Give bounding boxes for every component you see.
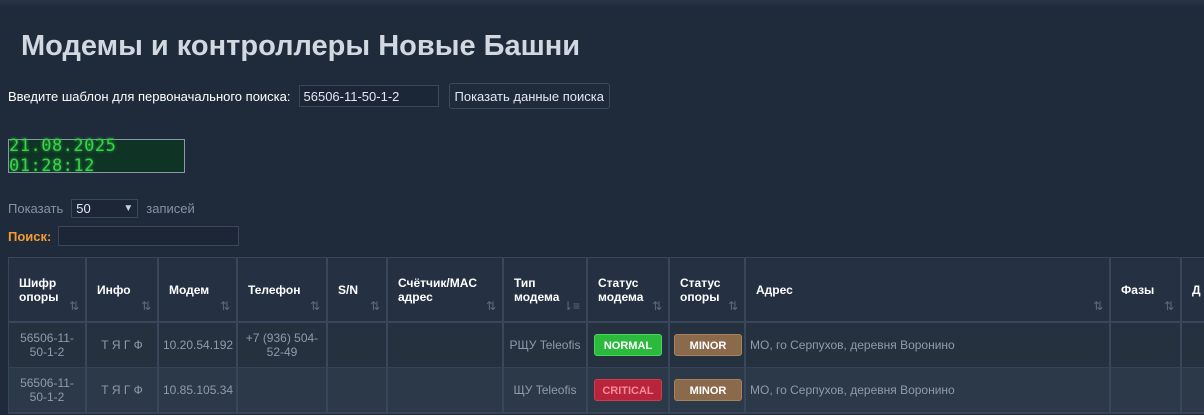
cell-sn xyxy=(328,368,388,413)
column-header-label: Адрес xyxy=(756,282,793,297)
column-header-sn[interactable]: S/N ⇅ xyxy=(328,258,388,323)
column-header-label: Шифр опоры xyxy=(19,275,59,304)
cell-modem-status: NORMAL xyxy=(588,323,670,368)
cell-meter xyxy=(388,323,504,368)
cell-address: МО, го Серпухов, деревня Воронино xyxy=(746,323,1111,368)
column-header-label: Счётчик/MAC адрес xyxy=(398,275,478,304)
sort-active-icon: ⇂≡ xyxy=(562,299,580,313)
page-title: Модемы и контроллеры Новые Башни xyxy=(21,30,581,62)
sort-icon: ⇅ xyxy=(485,299,496,313)
table-body: 56506-11-50-1-2 Т Я Г Ф 10.20.54.192 +7 (93… xyxy=(9,323,1204,413)
column-header-label: Д xyxy=(1192,282,1201,297)
table-filter-input[interactable] xyxy=(58,226,240,246)
cell-tower-status: MINOR xyxy=(670,323,746,368)
search-bar: Введите шаблон для первоначального поиск… xyxy=(8,83,610,109)
sort-icon: ⇅ xyxy=(369,299,380,313)
sort-icon: ⇅ xyxy=(1092,299,1103,313)
column-header-code[interactable]: Шифр опоры ⇅ xyxy=(9,258,87,323)
top-shade xyxy=(0,0,1204,8)
table-row[interactable]: 56506-11-50-1-2 Т Я Г Ф 10.20.54.192 +7 (93… xyxy=(9,323,1204,368)
cell-code: 56506-11-50-1-2 xyxy=(9,323,87,368)
table-row[interactable]: 56506-11-50-1-2 Т Я Г Ф 10.85.105.34 ЩУ Tel… xyxy=(9,368,1204,413)
modem-status-badge: CRITICAL xyxy=(594,379,662,401)
cell-meter xyxy=(388,368,504,413)
cell-info: Т Я Г Ф xyxy=(87,368,159,413)
column-header-phases[interactable]: Фазы ⇅ xyxy=(1111,258,1182,323)
column-header-label: Статус опоры xyxy=(680,275,721,304)
column-header-label: Фазы xyxy=(1121,282,1155,297)
cell-type: ЩУ Teleofis xyxy=(504,368,588,413)
cell-code: 56506-11-50-1-2 xyxy=(9,368,87,413)
cell-extra xyxy=(1182,368,1204,413)
cell-phases xyxy=(1111,323,1182,368)
cell-tower-status: MINOR xyxy=(670,368,746,413)
sort-icon: ⇅ xyxy=(140,299,151,313)
cell-info: Т Я Г Ф xyxy=(87,323,159,368)
tower-status-badge: MINOR xyxy=(674,379,742,401)
records-per-page-prefix: Показать xyxy=(8,200,64,216)
sort-icon: ⇅ xyxy=(1163,299,1174,313)
records-per-page-select[interactable]: 50 ▼ xyxy=(71,198,139,218)
column-header-label: S/N xyxy=(338,282,359,297)
digital-clock: 21.08.2025 01:28:12 xyxy=(8,136,185,176)
column-header-modem[interactable]: Модем ⇅ xyxy=(159,258,238,323)
chevron-down-icon: ▼ xyxy=(123,202,134,214)
sort-icon: ⇅ xyxy=(68,299,79,313)
cell-modem: 10.20.54.192 xyxy=(159,323,238,368)
cell-modem: 10.85.105.34 xyxy=(159,368,238,413)
column-header-label: Телефон xyxy=(248,282,301,297)
records-per-page: Показать 50 ▼ записей xyxy=(8,198,195,218)
column-header-tower-status[interactable]: Статус опоры ⇅ xyxy=(670,258,746,323)
column-header-label: Модем xyxy=(169,282,210,297)
table-filter: Поиск: xyxy=(8,226,240,246)
cell-extra xyxy=(1182,323,1204,368)
search-pattern-input[interactable] xyxy=(298,85,439,107)
cell-sn xyxy=(328,323,388,368)
tower-status-badge: MINOR xyxy=(674,334,742,356)
sort-icon: ⇅ xyxy=(727,299,738,313)
sort-icon: ⇅ xyxy=(309,299,320,313)
show-search-data-button[interactable]: Показать данные поиска xyxy=(448,83,610,109)
column-header-label: Статус модема xyxy=(598,275,644,304)
cell-type: РЩУ Teleofis xyxy=(504,323,588,368)
cell-modem-status: CRITICAL xyxy=(588,368,670,413)
modems-table: Шифр опоры ⇅ Инфо ⇅ Модем ⇅ Телефон ⇅ S/N ⇅ Счётчик… xyxy=(8,257,1204,414)
sort-icon: ⇅ xyxy=(219,299,230,313)
table-filter-label: Поиск: xyxy=(8,228,52,244)
column-header-extra[interactable]: Д xyxy=(1182,258,1204,323)
column-header-phone[interactable]: Телефон ⇅ xyxy=(238,258,328,323)
cell-phases xyxy=(1111,368,1182,413)
column-header-address[interactable]: Адрес ⇅ xyxy=(746,258,1111,323)
modem-status-badge: NORMAL xyxy=(594,334,662,356)
column-header-info[interactable]: Инфо ⇅ xyxy=(87,258,159,323)
cell-phone: +7 (936) 504-52-49 xyxy=(238,323,328,368)
column-header-meter[interactable]: Счётчик/MAC адрес ⇅ xyxy=(388,258,504,323)
records-per-page-suffix: записей xyxy=(146,200,195,216)
column-header-modem-status[interactable]: Статус модема ⇅ xyxy=(588,258,670,323)
cell-address: МО, го Серпухов, деревня Воронино xyxy=(746,368,1111,413)
modems-table-container: Шифр опоры ⇅ Инфо ⇅ Модем ⇅ Телефон ⇅ S/N ⇅ Счётчик… xyxy=(8,257,1204,415)
search-label: Введите шаблон для первоначального поиск… xyxy=(8,88,291,104)
column-header-type[interactable]: Тип модема ⇂≡ xyxy=(504,258,588,323)
column-header-label: Тип модема xyxy=(514,275,560,304)
column-header-label: Инфо xyxy=(97,282,131,297)
records-per-page-value: 50 xyxy=(76,200,91,216)
table-header-row: Шифр опоры ⇅ Инфо ⇅ Модем ⇅ Телефон ⇅ S/N ⇅ Счётчик… xyxy=(9,258,1204,323)
cell-phone xyxy=(238,368,328,413)
sort-icon: ⇅ xyxy=(651,299,662,313)
